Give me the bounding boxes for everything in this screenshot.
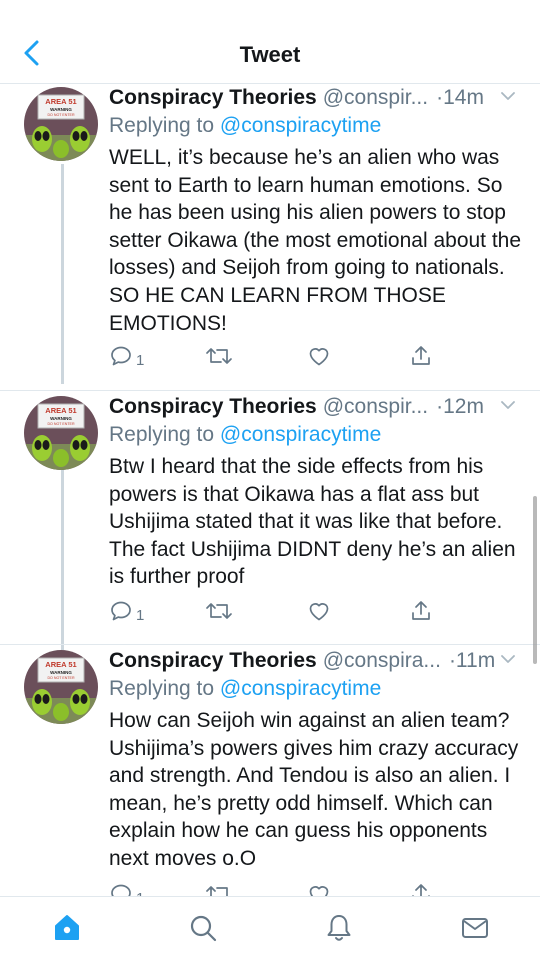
display-name[interactable]: Conspiracy Theories (109, 84, 317, 112)
replying-to: Replying to @conspiracytime (109, 421, 526, 449)
share-button[interactable] (409, 343, 433, 369)
display-name[interactable]: Conspiracy Theories (109, 647, 317, 675)
like-button[interactable] (307, 598, 331, 624)
mention-link[interactable]: @conspiracytime (220, 423, 381, 446)
reply-icon (111, 884, 131, 896)
mention-link[interactable]: @conspiracytime (220, 114, 381, 137)
tweet-actions: 1 (109, 598, 430, 624)
mention-link[interactable]: @conspiracytime (220, 677, 381, 700)
tab-notifications[interactable] (322, 911, 356, 945)
heart-icon (309, 886, 329, 896)
reply-count: 1 (136, 351, 145, 369)
reply-icon (111, 346, 131, 366)
page-title: Tweet (239, 42, 301, 67)
tweet-text: WELL, it’s because he’s an alien who was… (109, 146, 522, 335)
retweet-button[interactable] (205, 343, 233, 369)
heart-icon (309, 348, 329, 366)
avatar-sign-subtext: DO NOT ENTER (47, 422, 74, 426)
tweet-header: Conspiracy Theories @conspir... ·14m (109, 84, 526, 112)
retweet-icon (206, 886, 228, 896)
chevron-down-icon[interactable] (500, 653, 516, 665)
reply-button[interactable]: 1 (109, 598, 144, 624)
retweet-icon (206, 603, 232, 619)
avatar-sign-subtext: DO NOT ENTER (47, 676, 74, 680)
thread-connector-line (61, 164, 64, 384)
avatar[interactable]: AREA 51 WARNING DO NOT ENTER (24, 396, 98, 470)
avatar-sign-title: AREA 51 (45, 660, 76, 669)
reply-button[interactable]: 1 (109, 343, 144, 369)
handle[interactable]: @conspir... (323, 393, 428, 421)
tweet-content: Conspiracy Theories @conspir... ·12m Rep… (109, 393, 526, 591)
tweet-content: Conspiracy Theories @conspira... ·11m Re… (109, 647, 526, 873)
avatar-sign-title: AREA 51 (45, 406, 76, 415)
avatar-sign-subtext: DO NOT ENTER (47, 113, 74, 117)
replying-to: Replying to @conspiracytime (109, 112, 526, 140)
avatar-sign-warning: WARNING (50, 107, 72, 112)
retweet-icon (206, 348, 232, 364)
tweet-header: Conspiracy Theories @conspira... ·11m (109, 647, 526, 675)
tweet-text: Btw I heard that the side effects from h… (109, 455, 516, 589)
tweet-header: Conspiracy Theories @conspir... ·12m (109, 393, 526, 421)
avatar-sign-warning: WARNING (50, 416, 72, 421)
avatar[interactable]: AREA 51 WARNING DO NOT ENTER (24, 87, 98, 161)
handle[interactable]: @conspir... (323, 84, 428, 112)
replying-to-label: Replying to (109, 677, 220, 700)
scrollbar[interactable] (533, 496, 537, 664)
tweet-text: How can Seijoh win against an alien team… (109, 709, 519, 870)
avatar[interactable]: AREA 51 WARNING DO NOT ENTER (24, 650, 98, 724)
like-button[interactable] (307, 343, 331, 369)
share-icon (412, 884, 430, 896)
thread-connector-line (61, 440, 64, 650)
tab-home[interactable] (50, 911, 84, 945)
search-icon (190, 915, 217, 942)
tab-messages[interactable] (458, 911, 492, 945)
display-name[interactable]: Conspiracy Theories (109, 393, 317, 421)
timestamp: ·12m (436, 395, 484, 418)
top-navigation-bar: Tweet (0, 0, 540, 84)
tweet-actions: 1 (109, 343, 430, 369)
bottom-tab-bar (0, 896, 540, 960)
tweet-content: Conspiracy Theories @conspir... ·14m Rep… (109, 84, 526, 337)
avatar-sign-title: AREA 51 (45, 97, 76, 106)
messages-envelope-icon (462, 918, 488, 938)
heart-icon (309, 603, 329, 621)
timestamp: ·11m (448, 649, 496, 672)
tweet-actions: 1 (109, 881, 430, 896)
retweet-button[interactable] (205, 881, 233, 896)
handle[interactable]: @conspira... (323, 647, 441, 675)
tweet-divider (0, 390, 540, 391)
tweet-thread[interactable]: AREA 51 WARNING DO NOT ENTER Conspiracy … (0, 84, 540, 896)
share-icon (412, 346, 430, 365)
avatar-sign-warning: WARNING (50, 670, 72, 675)
retweet-button[interactable] (205, 598, 233, 624)
reply-icon (111, 601, 131, 621)
share-icon (412, 601, 430, 620)
share-button[interactable] (409, 598, 433, 624)
like-button[interactable] (307, 881, 331, 896)
replying-to-label: Replying to (109, 423, 220, 446)
home-icon (55, 915, 79, 940)
tab-search[interactable] (186, 911, 220, 945)
replying-to: Replying to @conspiracytime (109, 675, 526, 703)
replying-to-label: Replying to (109, 114, 220, 137)
timestamp: ·14m (436, 86, 484, 109)
chevron-down-icon[interactable] (500, 90, 516, 102)
reply-button[interactable]: 1 (109, 881, 144, 896)
notifications-bell-icon (327, 915, 351, 941)
tweet-divider (0, 644, 540, 645)
chevron-down-icon[interactable] (500, 399, 516, 411)
reply-count: 1 (136, 606, 145, 624)
share-button[interactable] (409, 881, 433, 896)
